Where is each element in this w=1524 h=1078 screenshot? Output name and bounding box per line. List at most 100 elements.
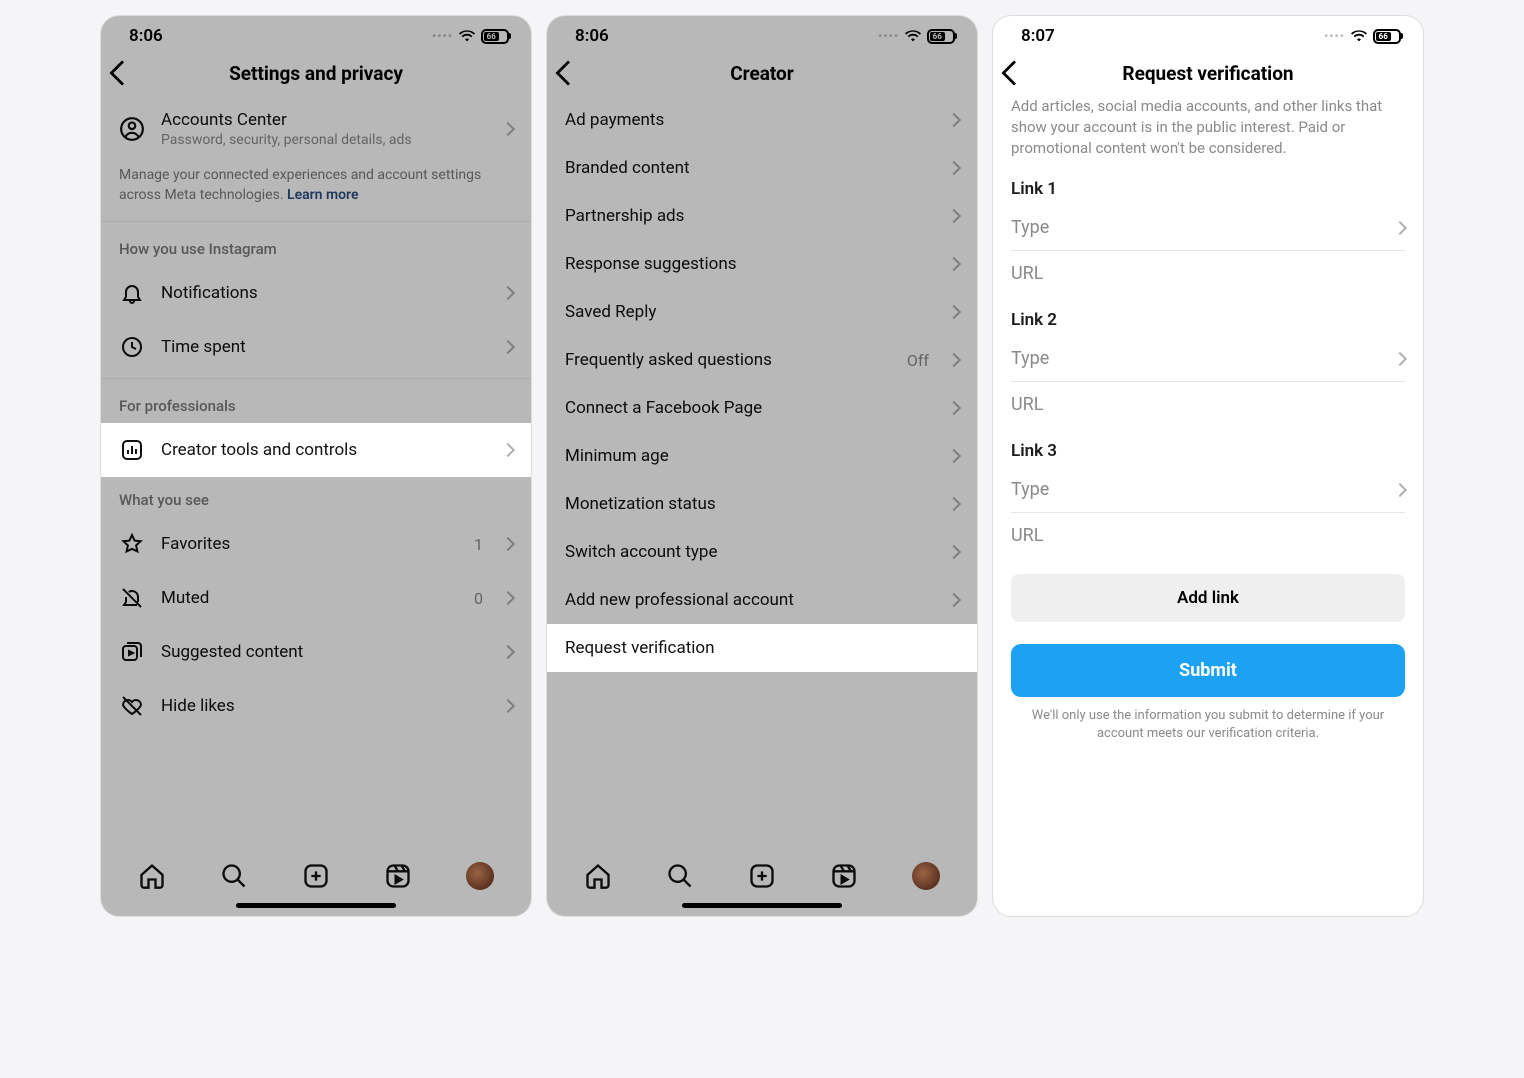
notifications-row[interactable]: Notifications [101, 266, 531, 320]
link2-type-field[interactable]: Type [993, 336, 1423, 381]
creator-item-row[interactable]: Response suggestions [547, 240, 977, 288]
bell-icon [119, 280, 145, 306]
chevron-right-icon [501, 340, 515, 354]
screen-request-verification: 8:07 •••• 66 Request verification Add ar… [993, 16, 1423, 916]
chevron-right-icon [501, 286, 515, 300]
status-right: •••• 66 [432, 29, 509, 44]
link2-url-field[interactable]: URL [993, 382, 1423, 427]
creator-item-row[interactable]: Frequently asked questionsOff [547, 336, 977, 384]
navbar: Creator [547, 50, 977, 96]
creator-item-row[interactable]: Ad payments [547, 96, 977, 144]
tab-profile[interactable] [465, 861, 495, 891]
status-bar: 8:07 •••• 66 [993, 16, 1423, 50]
chevron-right-icon [501, 537, 515, 551]
favorites-label: Favorites [161, 534, 458, 554]
cell-dots-icon: •••• [878, 29, 899, 43]
accounts-center-row[interactable]: Accounts Center Password, security, pers… [101, 96, 531, 162]
type-placeholder: Type [1011, 348, 1395, 369]
notifications-label: Notifications [161, 283, 487, 303]
link2-header: Link 2 [993, 296, 1423, 336]
chevron-right-icon [1393, 220, 1407, 234]
submit-button[interactable]: Submit [1011, 644, 1405, 697]
tab-reels[interactable] [829, 861, 859, 891]
cell-dots-icon: •••• [1324, 29, 1345, 43]
chart-icon [119, 437, 145, 463]
creator-tools-row[interactable]: Creator tools and controls [101, 423, 531, 477]
accounts-center-subtitle: Password, security, personal details, ad… [161, 132, 487, 148]
muted-value: 0 [474, 589, 483, 608]
tab-search[interactable] [665, 861, 695, 891]
creator-item-row[interactable]: Switch account type [547, 528, 977, 576]
verification-description: Add articles, social media accounts, and… [993, 96, 1423, 165]
tab-reels[interactable] [383, 861, 413, 891]
creator-item-row[interactable]: Monetization status [547, 480, 977, 528]
avatar-icon [466, 862, 494, 890]
link1-url-field[interactable]: URL [993, 251, 1423, 296]
creator-item-row[interactable]: Add new professional account [547, 576, 977, 624]
creator-item-row[interactable]: Connect a Facebook Page [547, 384, 977, 432]
clock-icon [119, 334, 145, 360]
creator-item-label: Add new professional account [565, 590, 933, 610]
muted-label: Muted [161, 588, 458, 608]
request-verification-label: Request verification [565, 638, 959, 658]
status-time: 8:06 [129, 26, 163, 46]
screen-creator: 8:06 •••• 66 Creator Ad paymentsBranded … [547, 16, 977, 916]
learn-more-link[interactable]: Learn more [287, 187, 358, 203]
tab-create[interactable] [301, 861, 331, 891]
footer-note: We'll only use the information you submi… [993, 697, 1423, 753]
add-link-button[interactable]: Add link [1011, 574, 1405, 622]
chevron-right-icon [501, 591, 515, 605]
page-title: Creator [547, 62, 977, 85]
creator-item-row[interactable]: Saved Reply [547, 288, 977, 336]
tab-home[interactable] [137, 861, 167, 891]
chevron-right-icon [947, 449, 961, 463]
tab-create[interactable] [747, 861, 777, 891]
chevron-right-icon [947, 305, 961, 319]
section-what-you-see: What you see [101, 477, 531, 517]
request-verification-row[interactable]: Request verification [547, 624, 977, 672]
chevron-right-icon [947, 353, 961, 367]
tab-home[interactable] [583, 861, 613, 891]
time-spent-row[interactable]: Time spent [101, 320, 531, 374]
chevron-right-icon [947, 209, 961, 223]
home-indicator [236, 903, 396, 908]
creator-item-label: Frequently asked questions [565, 350, 891, 370]
meta-description: Manage your connected experiences and ac… [101, 162, 531, 217]
suggested-content-row[interactable]: Suggested content [101, 625, 531, 679]
status-right: •••• 66 [1324, 29, 1401, 44]
wifi-icon [905, 30, 921, 42]
chevron-right-icon [947, 497, 961, 511]
creator-item-label: Minimum age [565, 446, 933, 466]
tab-profile[interactable] [911, 861, 941, 891]
chevron-right-icon [947, 113, 961, 127]
status-bar: 8:06 •••• 66 [101, 16, 531, 50]
link1-type-field[interactable]: Type [993, 205, 1423, 250]
chevron-right-icon [501, 645, 515, 659]
home-indicator [682, 903, 842, 908]
avatar-icon [912, 862, 940, 890]
user-circle-icon [119, 116, 145, 142]
chevron-right-icon [947, 401, 961, 415]
creator-item-row[interactable]: Partnership ads [547, 192, 977, 240]
hide-likes-row[interactable]: Hide likes [101, 679, 531, 733]
chevron-right-icon [947, 545, 961, 559]
url-placeholder: URL [1011, 525, 1405, 546]
creator-item-label: Ad payments [565, 110, 933, 130]
link3-type-field[interactable]: Type [993, 467, 1423, 512]
suggested-label: Suggested content [161, 642, 487, 662]
favorites-row[interactable]: Favorites 1 [101, 517, 531, 571]
link3-url-field[interactable]: URL [993, 513, 1423, 558]
chevron-right-icon [947, 593, 961, 607]
cell-dots-icon: •••• [432, 29, 453, 43]
page-title: Request verification [993, 62, 1423, 85]
wifi-icon [459, 30, 475, 42]
url-placeholder: URL [1011, 263, 1405, 284]
tab-search[interactable] [219, 861, 249, 891]
status-time: 8:06 [575, 26, 609, 46]
heart-off-icon [119, 693, 145, 719]
chevron-right-icon [501, 699, 515, 713]
creator-item-row[interactable]: Branded content [547, 144, 977, 192]
chevron-right-icon [947, 161, 961, 175]
muted-row[interactable]: Muted 0 [101, 571, 531, 625]
creator-item-row[interactable]: Minimum age [547, 432, 977, 480]
